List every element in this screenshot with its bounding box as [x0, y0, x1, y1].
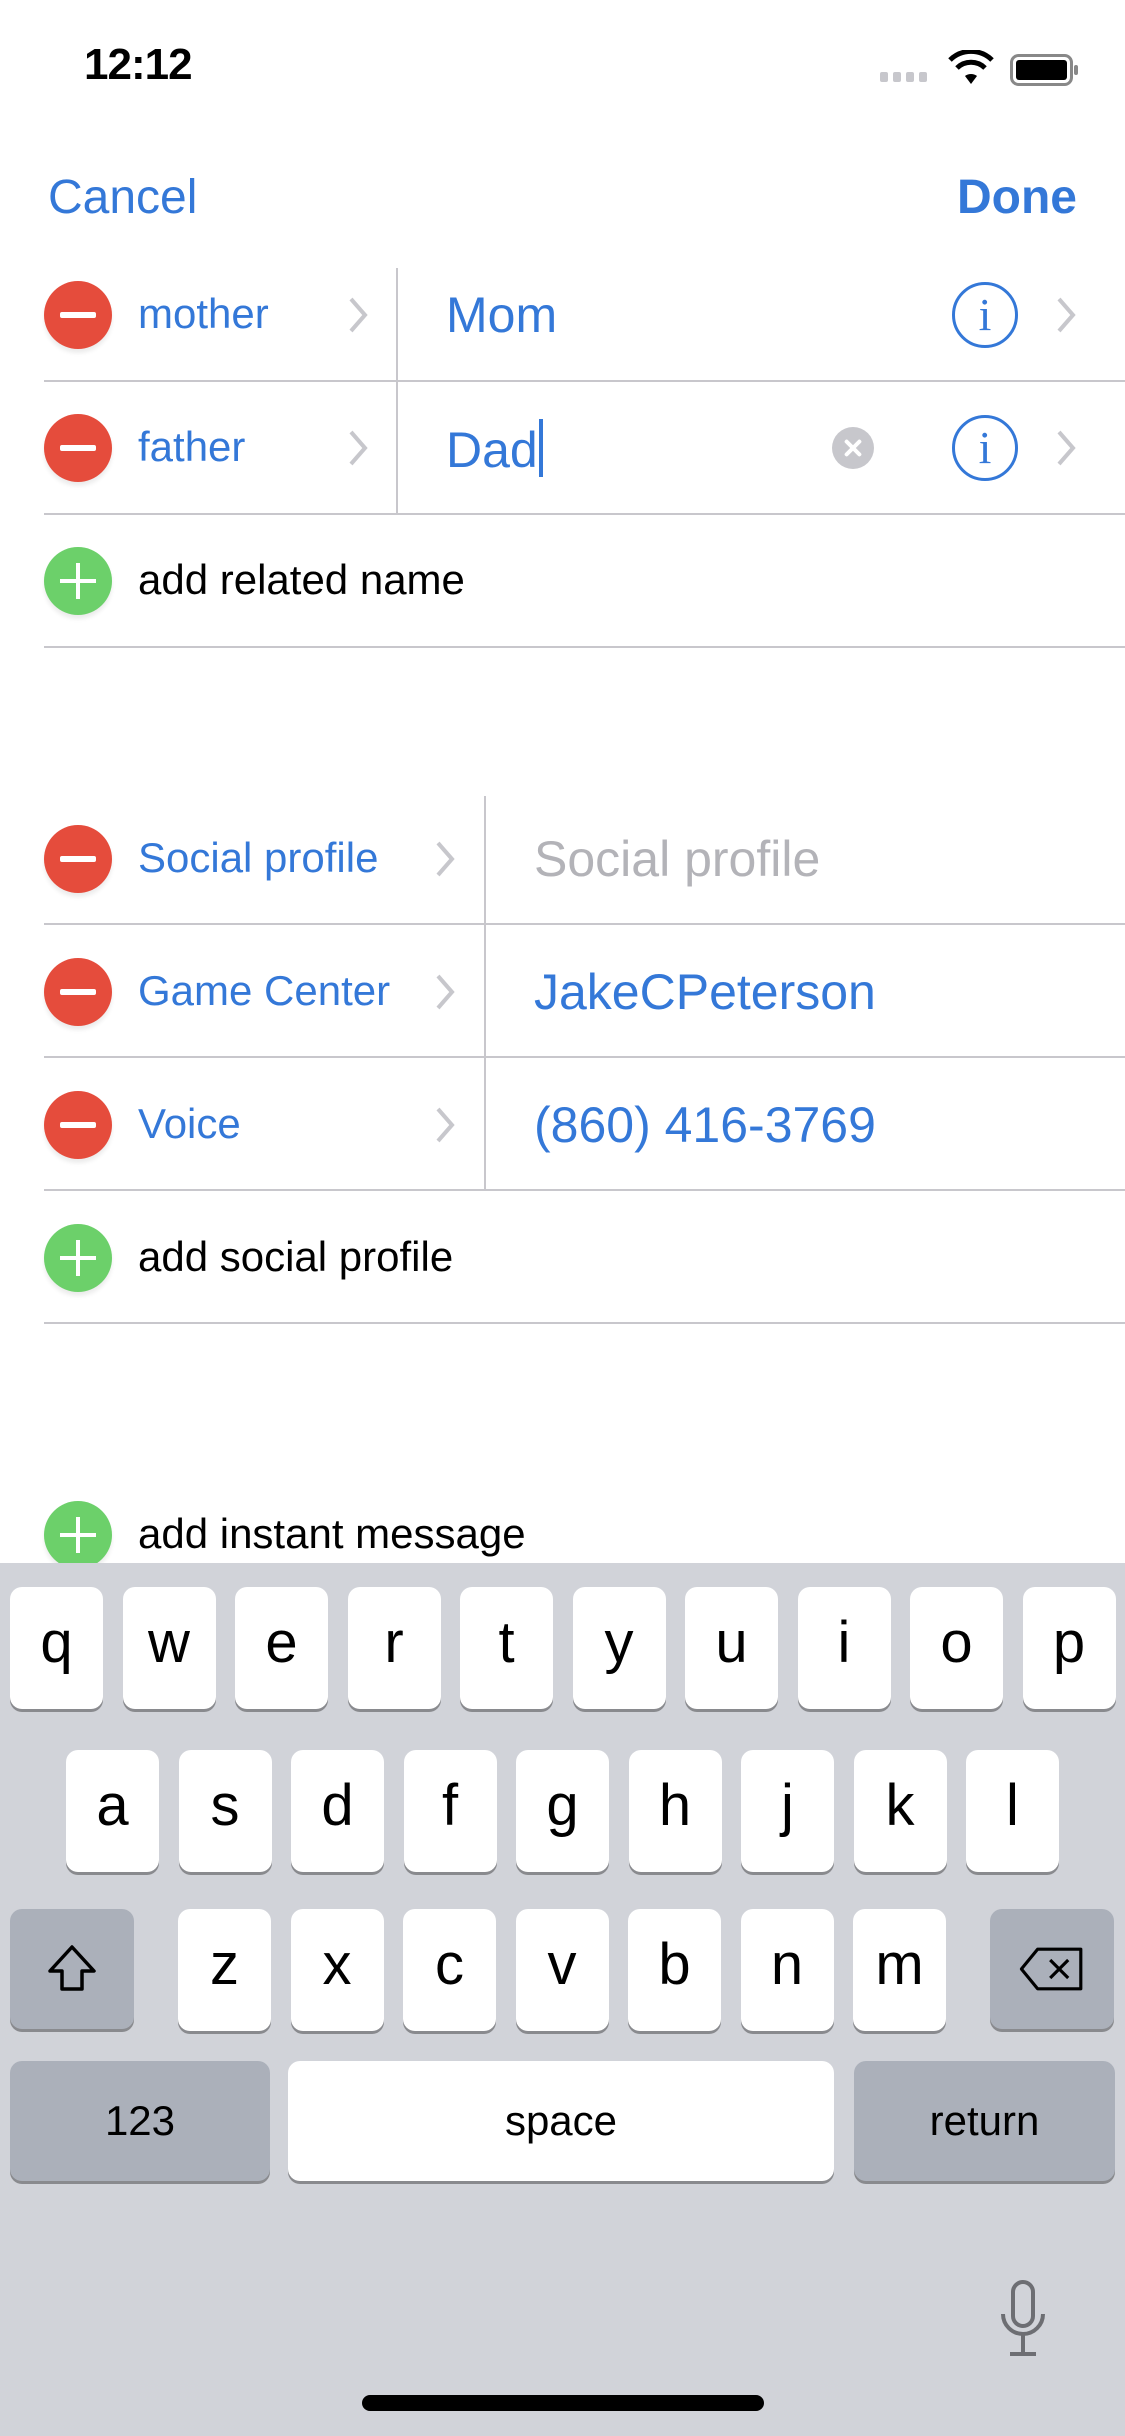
status-bar: 12:12	[0, 0, 1125, 130]
social-profile-value[interactable]: (860) 416-3769	[534, 1096, 876, 1154]
key-n[interactable]: n	[740, 1909, 834, 2031]
clear-text-icon[interactable]	[832, 427, 874, 469]
key-s[interactable]: s	[178, 1750, 272, 1872]
home-indicator[interactable]	[362, 2395, 764, 2411]
add-icon[interactable]	[44, 1501, 112, 1569]
chevron-right-icon[interactable]	[434, 972, 456, 1012]
key-u[interactable]: u	[685, 1587, 778, 1709]
key-q[interactable]: q	[10, 1587, 103, 1709]
social-profile-value[interactable]: JakeCPeterson	[534, 963, 876, 1021]
chevron-right-icon[interactable]	[347, 428, 369, 468]
key-m[interactable]: m	[853, 1909, 946, 2031]
key-h[interactable]: h	[628, 1750, 722, 1872]
key-c[interactable]: c	[403, 1909, 496, 2031]
add-social-profile-label[interactable]: add social profile	[138, 1233, 453, 1281]
related-name-value[interactable]: Mom	[446, 286, 557, 344]
related-name-input[interactable]: Dad	[446, 419, 543, 479]
key-a[interactable]: a	[66, 1750, 159, 1872]
space-key[interactable]: space	[288, 2061, 834, 2181]
info-icon[interactable]: i	[952, 415, 1018, 481]
key-o[interactable]: o	[910, 1587, 1003, 1709]
done-button[interactable]: Done	[957, 170, 1077, 225]
key-g[interactable]: g	[516, 1750, 609, 1872]
key-t[interactable]: t	[460, 1587, 553, 1709]
key-p[interactable]: p	[1022, 1587, 1116, 1709]
delete-key[interactable]	[990, 1909, 1114, 2029]
signal-dots-icon	[880, 72, 927, 82]
chevron-right-icon[interactable]	[434, 1105, 456, 1145]
social-profile-label[interactable]: Voice	[138, 1100, 241, 1148]
social-profile-label[interactable]: Social profile	[138, 834, 378, 882]
key-y[interactable]: y	[572, 1587, 666, 1709]
add-icon[interactable]	[44, 1224, 112, 1292]
backspace-icon	[1019, 1947, 1083, 1991]
key-b[interactable]: b	[628, 1909, 721, 2031]
input-text: Dad	[446, 422, 538, 478]
delete-icon[interactable]	[44, 281, 112, 349]
chevron-right-icon[interactable]	[347, 295, 369, 335]
add-instant-message-label[interactable]: add instant message	[138, 1510, 526, 1558]
numbers-key[interactable]: 123	[10, 2061, 270, 2181]
key-j[interactable]: j	[741, 1750, 834, 1872]
key-v[interactable]: v	[515, 1909, 609, 2031]
add-icon[interactable]	[44, 547, 112, 615]
chevron-right-icon[interactable]	[434, 839, 456, 879]
key-e[interactable]: e	[235, 1587, 328, 1709]
social-profile-label[interactable]: Game Center	[138, 967, 390, 1015]
delete-icon[interactable]	[44, 1091, 112, 1159]
delete-icon[interactable]	[44, 958, 112, 1026]
add-related-name-label[interactable]: add related name	[138, 556, 465, 604]
chevron-right-icon[interactable]	[1055, 428, 1077, 468]
return-key[interactable]: return	[854, 2061, 1115, 2181]
related-name-label[interactable]: father	[138, 423, 245, 471]
battery-icon	[1010, 54, 1078, 86]
key-z[interactable]: z	[178, 1909, 271, 2031]
key-x[interactable]: x	[290, 1909, 384, 2031]
key-r[interactable]: r	[347, 1587, 441, 1709]
wifi-icon	[948, 50, 994, 84]
delete-icon[interactable]	[44, 825, 112, 893]
delete-icon[interactable]	[44, 414, 112, 482]
cancel-button[interactable]: Cancel	[48, 170, 197, 225]
microphone-icon[interactable]	[998, 2280, 1048, 2360]
related-name-label[interactable]: mother	[138, 290, 269, 338]
key-w[interactable]: w	[122, 1587, 216, 1709]
info-icon[interactable]: i	[952, 282, 1018, 348]
chevron-right-icon[interactable]	[1055, 295, 1077, 335]
key-i[interactable]: i	[797, 1587, 891, 1709]
key-f[interactable]: f	[403, 1750, 497, 1872]
key-l[interactable]: l	[966, 1750, 1059, 1872]
text-cursor	[538, 419, 543, 477]
key-k[interactable]: k	[853, 1750, 947, 1872]
social-profile-input[interactable]: Social profile	[534, 830, 820, 888]
shift-key[interactable]	[10, 1909, 134, 2029]
shift-icon	[48, 1945, 96, 1991]
key-d[interactable]: d	[291, 1750, 384, 1872]
status-time: 12:12	[84, 40, 193, 89]
